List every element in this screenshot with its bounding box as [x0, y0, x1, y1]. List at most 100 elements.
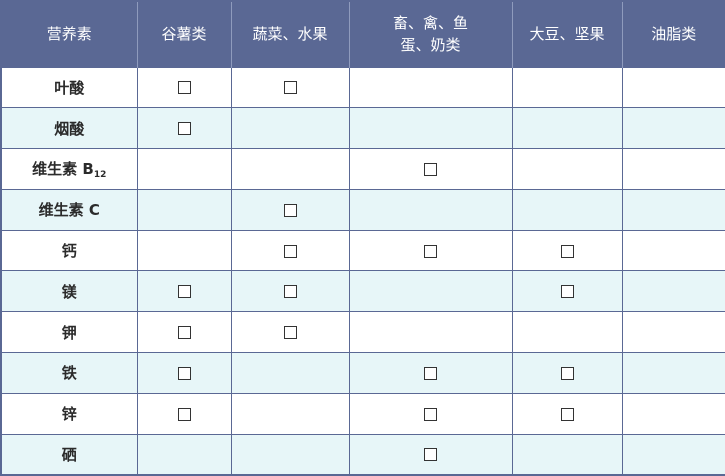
source-cell [621, 107, 725, 150]
nutrient-name: 烟酸 [0, 107, 138, 150]
nutrient-name: 钾 [0, 311, 138, 354]
source-cell [511, 66, 623, 109]
checkbox-icon [424, 366, 437, 380]
source-cell [348, 270, 513, 313]
table-row: 镁 [0, 270, 725, 313]
source-cell [348, 148, 513, 190]
checkbox-icon [283, 244, 297, 258]
nutrient-name-text: 叶酸 [54, 78, 85, 97]
checkbox-icon [560, 366, 574, 380]
source-cell [511, 148, 623, 190]
table-row: 钾 [0, 311, 725, 354]
nutrient-name-text: 烟酸 [54, 119, 85, 138]
source-cell [136, 311, 232, 354]
nutrient-name: 维生素 C [0, 188, 138, 231]
header-meat-line1: 畜、禽、鱼 [392, 14, 468, 33]
header-meat-fish-eggs-dairy: 畜、禽、鱼 蛋、奶类 [348, 1, 512, 67]
source-cell [230, 188, 350, 231]
source-cell [511, 433, 623, 476]
checkbox-icon [560, 285, 574, 299]
source-cell [511, 188, 623, 231]
table-row: 烟酸 [0, 107, 725, 150]
table-row: 锌 [0, 392, 725, 435]
checkbox-icon [283, 285, 297, 299]
source-cell [511, 311, 623, 354]
checkbox-icon [424, 244, 437, 258]
header-row: 营养素 谷薯类 蔬菜、水果 畜、禽、鱼 蛋、奶类 大豆、坚果 油脂类 [1, 1, 725, 67]
nutrient-name: 镁 [0, 270, 138, 313]
source-cell [348, 433, 513, 476]
table-body: 叶酸烟酸维生素 B12 维生素 C 钙镁钾铁锌硒 [0, 66, 725, 476]
table-row: 钙 [0, 229, 725, 272]
table-row: 叶酸 [0, 66, 725, 109]
source-cell [348, 188, 513, 231]
source-cell [136, 392, 232, 435]
checkbox-icon [177, 122, 191, 136]
source-cell [511, 392, 623, 435]
nutrient-name-text: 硒 [61, 445, 77, 464]
nutrient-name-text: 钾 [61, 323, 77, 342]
checkbox-icon [424, 448, 437, 462]
nutrient-name-text: 维生素 C [38, 201, 100, 220]
checkbox-icon [283, 203, 297, 217]
source-cell [348, 392, 513, 435]
source-cell [621, 392, 725, 435]
nutrient-name-text: 铁 [61, 364, 77, 383]
source-cell [230, 229, 350, 272]
checkbox-icon [283, 326, 297, 340]
nutrient-name: 维生素 B12 [0, 148, 138, 190]
source-cell [511, 229, 623, 272]
checkbox-icon [177, 407, 191, 421]
nutrient-source-table-page: 营养素 谷薯类 蔬菜、水果 畜、禽、鱼 蛋、奶类 大豆、坚果 油脂类 叶酸烟酸维… [0, 0, 725, 476]
source-cell [348, 66, 513, 109]
nutrient-name: 叶酸 [0, 66, 138, 109]
nutrient-name: 锌 [0, 392, 138, 435]
header-oils-fats: 油脂类 [621, 1, 725, 67]
source-cell [230, 270, 350, 313]
source-cell [136, 107, 232, 150]
source-cell [230, 392, 350, 435]
checkbox-icon [560, 244, 574, 258]
nutrient-name: 硒 [0, 433, 138, 476]
table-header: 营养素 谷薯类 蔬菜、水果 畜、禽、鱼 蛋、奶类 大豆、坚果 油脂类 [1, 1, 725, 67]
checkbox-icon [177, 366, 191, 380]
source-cell [136, 148, 232, 190]
source-cell [136, 188, 232, 231]
source-cell [621, 66, 725, 109]
nutrient-name-text: 维生素 B [32, 159, 94, 178]
checkbox-icon [177, 285, 191, 299]
table-row: 硒 [0, 433, 725, 476]
checkbox-icon [424, 407, 437, 421]
source-cell [136, 270, 232, 313]
source-cell [136, 352, 232, 394]
source-cell [511, 107, 623, 150]
source-cell [621, 433, 725, 476]
source-cell [511, 352, 623, 394]
nutrient-source-table: 营养素 谷薯类 蔬菜、水果 畜、禽、鱼 蛋、奶类 大豆、坚果 油脂类 叶酸烟酸维… [0, 0, 725, 476]
source-cell [230, 107, 350, 150]
header-nutrient: 营养素 [1, 1, 137, 67]
source-cell [511, 270, 623, 313]
source-cell [621, 148, 725, 190]
header-grains-tubers: 谷薯类 [136, 1, 231, 67]
header-vegetables-fruits: 蔬菜、水果 [230, 1, 349, 67]
nutrient-name: 钙 [0, 229, 138, 272]
source-cell [621, 311, 725, 354]
source-cell [230, 433, 350, 476]
checkbox-icon [177, 81, 191, 95]
source-cell [348, 311, 513, 354]
source-cell [230, 148, 350, 190]
source-cell [621, 270, 725, 313]
table-row: 铁 [0, 352, 725, 394]
checkbox-icon [424, 162, 437, 176]
source-cell [136, 66, 232, 109]
header-soy-nuts: 大豆、坚果 [511, 1, 622, 67]
source-cell [136, 229, 232, 272]
source-cell [230, 352, 350, 394]
header-meat-line2: 蛋、奶类 [400, 36, 461, 55]
nutrient-name: 铁 [0, 352, 138, 394]
source-cell [621, 188, 725, 231]
source-cell [621, 352, 725, 394]
nutrient-name-text: 镁 [61, 282, 77, 301]
checkbox-icon [560, 407, 574, 421]
